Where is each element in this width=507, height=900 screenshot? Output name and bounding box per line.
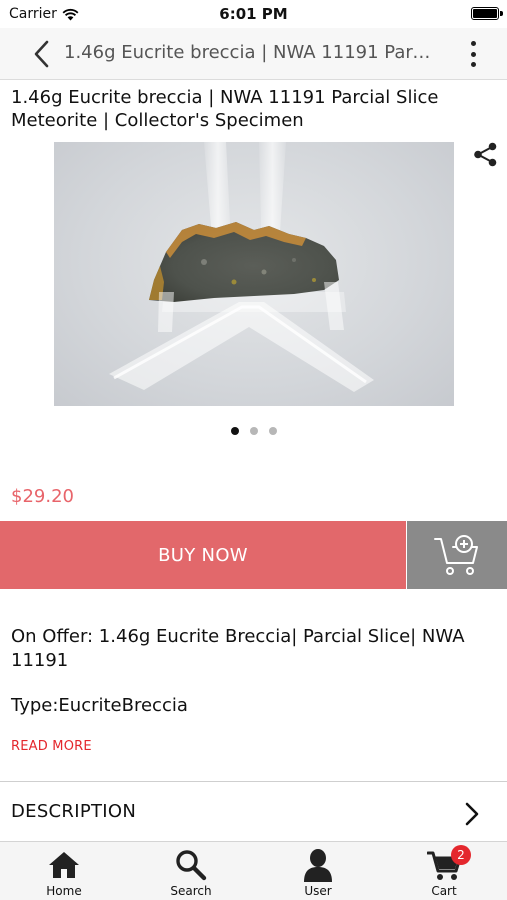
add-to-cart-button[interactable] — [407, 521, 507, 589]
product-price: $29.20 — [11, 486, 74, 507]
share-button[interactable] — [472, 141, 499, 168]
type-text: Type:EucriteBreccia — [11, 695, 188, 716]
more-options-button[interactable] — [466, 41, 480, 67]
image-pager[interactable] — [0, 427, 507, 435]
tab-home-label: Home — [46, 884, 82, 898]
meteorite-photo — [109, 142, 374, 392]
cart-badge: 2 — [451, 845, 471, 865]
share-icon — [474, 142, 497, 167]
home-icon — [47, 848, 81, 882]
search-icon — [174, 848, 208, 882]
more-dot — [470, 62, 476, 67]
battery-icon — [471, 7, 503, 20]
tab-search-label: Search — [170, 884, 212, 898]
description-label: DESCRIPTION — [11, 801, 137, 822]
chevron-right-icon — [465, 802, 479, 826]
pager-dot-active[interactable] — [230, 427, 239, 435]
chevron-left-icon — [34, 40, 49, 68]
tab-user[interactable]: User — [268, 842, 368, 900]
tab-cart[interactable]: 2 Cart — [394, 842, 494, 900]
navigation-bar: 1.46g Eucrite breccia | NWA 11191 Parcia… — [0, 28, 507, 80]
offer-text: On Offer: 1.46g Eucrite Breccia| Parcial… — [11, 626, 465, 671]
tab-user-label: User — [304, 884, 332, 898]
tab-home[interactable]: Home — [14, 842, 114, 900]
pager-dot[interactable] — [249, 427, 258, 435]
tab-search[interactable]: Search — [141, 842, 241, 900]
tab-cart-label: Cart — [431, 884, 457, 898]
tab-bar: Home Search User 2 Cart — [0, 841, 507, 900]
product-title: 1.46g Eucrite breccia | NWA 11191 Parcia… — [11, 87, 439, 131]
buy-now-button[interactable]: BUY NOW — [0, 521, 406, 589]
more-dot — [470, 51, 476, 57]
back-button[interactable] — [26, 38, 56, 70]
product-image[interactable] — [54, 142, 454, 406]
more-dot — [470, 41, 476, 46]
pager-dot[interactable] — [268, 427, 277, 435]
user-icon — [301, 848, 335, 882]
status-bar: Carrier 6:01 PM — [0, 0, 507, 28]
add-to-cart-icon — [434, 535, 478, 575]
description-row[interactable]: DESCRIPTION — [0, 781, 507, 841]
status-time: 6:01 PM — [219, 5, 288, 23]
read-more-link[interactable]: READ MORE — [11, 739, 92, 754]
nav-title: 1.46g Eucrite breccia | NWA 11191 Parcia… — [64, 42, 439, 63]
